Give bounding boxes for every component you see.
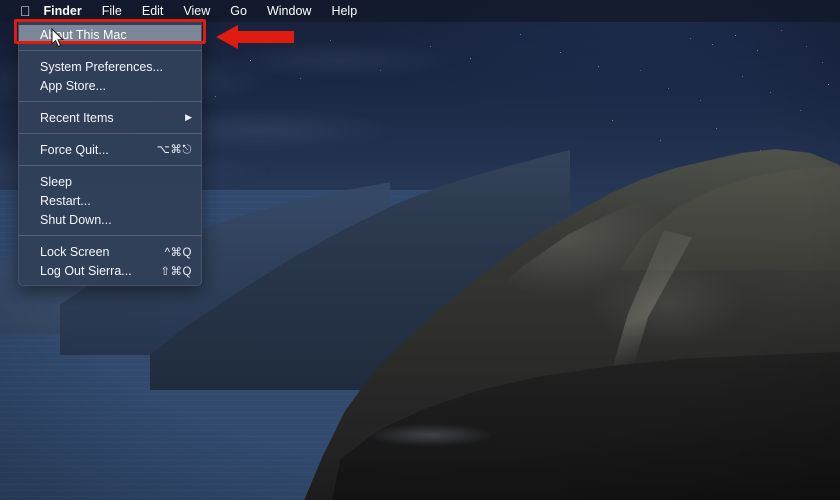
apple-logo-icon[interactable]: 	[0, 4, 42, 18]
menu-item-label: Log Out Sierra...	[40, 264, 160, 278]
menubar-item-go[interactable]: Go	[220, 4, 257, 18]
menu-item-shortcut: ⌥⌘⎋	[157, 142, 192, 157]
menu-item-label: App Store...	[40, 79, 192, 93]
menubar-item-window[interactable]: Window	[257, 4, 321, 18]
menu-group-power: Sleep Restart... Shut Down...	[19, 170, 201, 231]
submenu-chevron-right-icon: ▶	[185, 112, 192, 123]
menu-item-force-quit[interactable]: Force Quit... ⌥⌘⎋	[19, 140, 201, 159]
menu-separator	[19, 101, 201, 102]
menu-group-preferences: System Preferences... App Store...	[19, 55, 201, 97]
menu-group-recent: Recent Items ▶	[19, 106, 201, 129]
menubar-item-help[interactable]: Help	[321, 4, 367, 18]
menu-separator	[19, 165, 201, 166]
menu-item-about-this-mac[interactable]: About This Mac	[19, 25, 201, 44]
menu-item-log-out[interactable]: Log Out Sierra... ⇧⌘Q	[19, 261, 201, 280]
menu-separator	[19, 50, 201, 51]
menu-item-label: Recent Items	[40, 111, 185, 125]
menubar-item-edit[interactable]: Edit	[132, 4, 174, 18]
menubar-item-finder[interactable]: Finder	[42, 4, 92, 18]
wallpaper-shoreline-foam	[330, 400, 530, 470]
menu-item-shortcut: ⇧⌘Q	[160, 264, 192, 278]
menu-group-about: About This Mac	[19, 23, 201, 46]
menu-group-session: Lock Screen ^⌘Q Log Out Sierra... ⇧⌘Q	[19, 240, 201, 282]
menu-item-sleep[interactable]: Sleep	[19, 172, 201, 191]
menu-item-label: Force Quit...	[40, 143, 157, 157]
menu-item-recent-items[interactable]: Recent Items ▶	[19, 108, 201, 127]
menu-item-system-preferences[interactable]: System Preferences...	[19, 57, 201, 76]
menu-item-label: Restart...	[40, 194, 192, 208]
menubar-item-view[interactable]: View	[173, 4, 220, 18]
menu-item-label: Lock Screen	[40, 245, 165, 259]
menu-separator	[19, 235, 201, 236]
menu-separator	[19, 133, 201, 134]
menu-group-force-quit: Force Quit... ⌥⌘⎋	[19, 138, 201, 161]
menu-item-label: System Preferences...	[40, 60, 192, 74]
menu-bar:  Finder File Edit View Go Window Help	[0, 0, 840, 22]
menu-item-shortcut: ^⌘Q	[165, 245, 192, 259]
mouse-cursor-pointer-icon	[51, 28, 65, 48]
menu-item-restart[interactable]: Restart...	[19, 191, 201, 210]
menu-item-label: Shut Down...	[40, 213, 192, 227]
menu-item-app-store[interactable]: App Store...	[19, 76, 201, 95]
menu-item-lock-screen[interactable]: Lock Screen ^⌘Q	[19, 242, 201, 261]
menu-item-shut-down[interactable]: Shut Down...	[19, 210, 201, 229]
menu-item-label: Sleep	[40, 175, 192, 189]
menubar-item-file[interactable]: File	[92, 4, 132, 18]
apple-menu-dropdown: About This Mac System Preferences... App…	[18, 20, 202, 286]
